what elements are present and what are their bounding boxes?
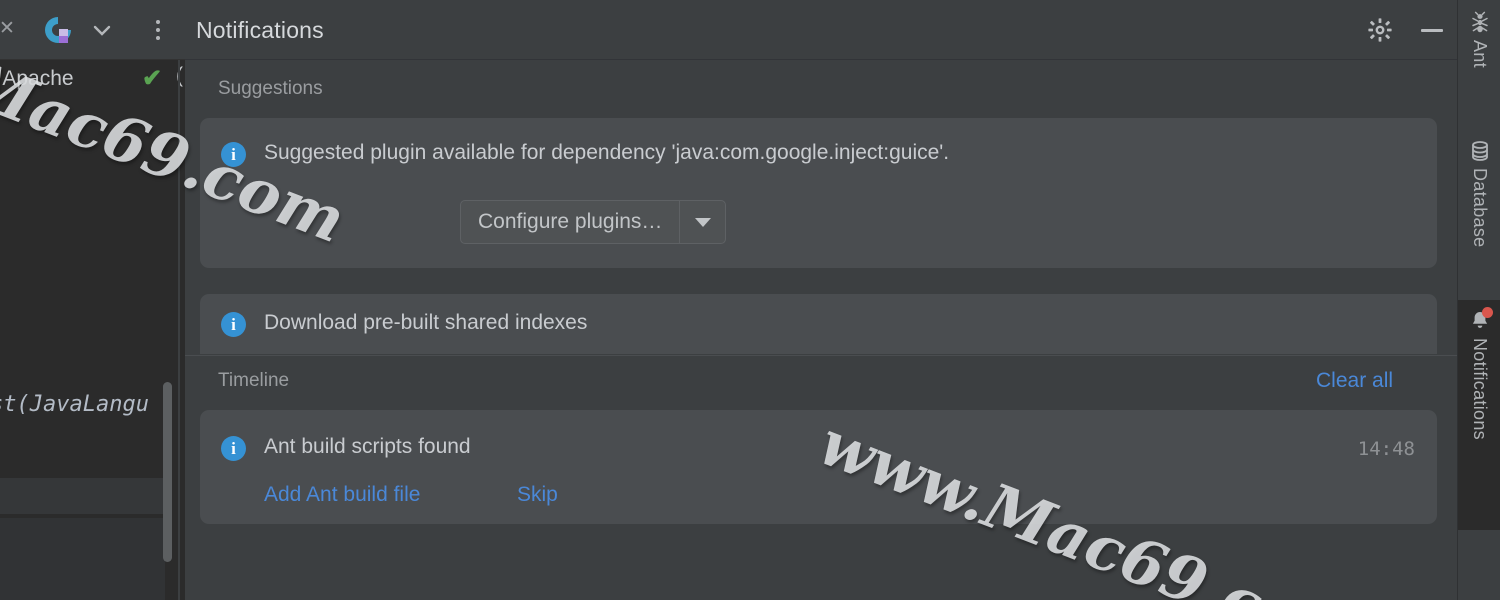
- app-logo-icon: [42, 14, 74, 46]
- sidebar-item-label: Database: [1470, 168, 1490, 248]
- notification-title: Ant build scripts found: [264, 435, 471, 458]
- editor-scrollbar[interactable]: [163, 382, 172, 562]
- more-options-icon[interactable]: [146, 16, 170, 44]
- minimize-icon[interactable]: [1416, 14, 1448, 46]
- page-title: Notifications: [196, 17, 324, 43]
- chevron-down-icon[interactable]: [88, 18, 116, 42]
- notification-timestamp: 14:48: [1357, 438, 1415, 460]
- breadcrumb: e Apache: [0, 67, 74, 90]
- tool-window-header: Notifications: [185, 0, 1457, 60]
- info-icon: i: [221, 312, 246, 337]
- right-tool-strip: Ant Database Notifications: [1457, 0, 1500, 600]
- sidebar-item-ant[interactable]: Ant: [1458, 2, 1500, 122]
- bell-icon: [1468, 307, 1493, 333]
- sidebar-item-notifications[interactable]: Notifications: [1458, 300, 1500, 530]
- screen-root: ✕ e Apache ✔ ( st(JavaLangu: [0, 0, 1500, 600]
- status-check-icon: ✔: [142, 65, 163, 92]
- notification-badge: [1481, 307, 1493, 318]
- skip-link[interactable]: Skip: [517, 483, 558, 507]
- database-icon: [1468, 139, 1492, 163]
- notification-card-suggested-plugin[interactable]: i Suggested plugin available for depende…: [200, 118, 1437, 268]
- configure-plugins-label[interactable]: Configure plugins…: [461, 201, 679, 243]
- notifications-tool-window: Notifications Suggestions i Suggested pl…: [185, 0, 1457, 600]
- info-icon: i: [221, 436, 246, 461]
- configure-plugins-button[interactable]: Configure plugins…: [460, 200, 727, 244]
- editor-row-highlight-2: [0, 518, 165, 600]
- timeline-divider: [185, 355, 1457, 356]
- sidebar-item-database[interactable]: Database: [1458, 130, 1500, 310]
- info-icon: i: [221, 142, 246, 167]
- code-line: st(JavaLangu: [0, 392, 149, 417]
- clear-all-link[interactable]: Clear all: [1316, 369, 1393, 393]
- notification-card-ant-build[interactable]: i Ant build scripts found 14:48 Add Ant …: [200, 410, 1437, 524]
- close-icon[interactable]: ✕: [0, 18, 18, 40]
- add-ant-build-file-link[interactable]: Add Ant build file: [264, 483, 420, 507]
- editor-right-border: [178, 60, 180, 600]
- editor-tab-bar: ✕: [0, 0, 185, 60]
- section-label-suggestions: Suggestions: [218, 78, 323, 99]
- sidebar-item-label: Ant: [1470, 40, 1490, 68]
- notification-title: Suggested plugin available for dependenc…: [264, 141, 950, 164]
- notification-title: Download pre-built shared indexes: [264, 311, 588, 334]
- section-label-timeline: Timeline: [218, 370, 290, 391]
- gear-icon[interactable]: [1364, 14, 1396, 46]
- code-editor-background: ✕ e Apache ✔ ( st(JavaLangu: [0, 0, 185, 600]
- chevron-down-icon[interactable]: [679, 201, 725, 243]
- notification-card-shared-indexes[interactable]: i Download pre-built shared indexes: [200, 294, 1437, 354]
- sidebar-item-label: Notifications: [1470, 338, 1490, 440]
- editor-row-highlight: [0, 478, 165, 514]
- ant-icon: [1468, 11, 1492, 35]
